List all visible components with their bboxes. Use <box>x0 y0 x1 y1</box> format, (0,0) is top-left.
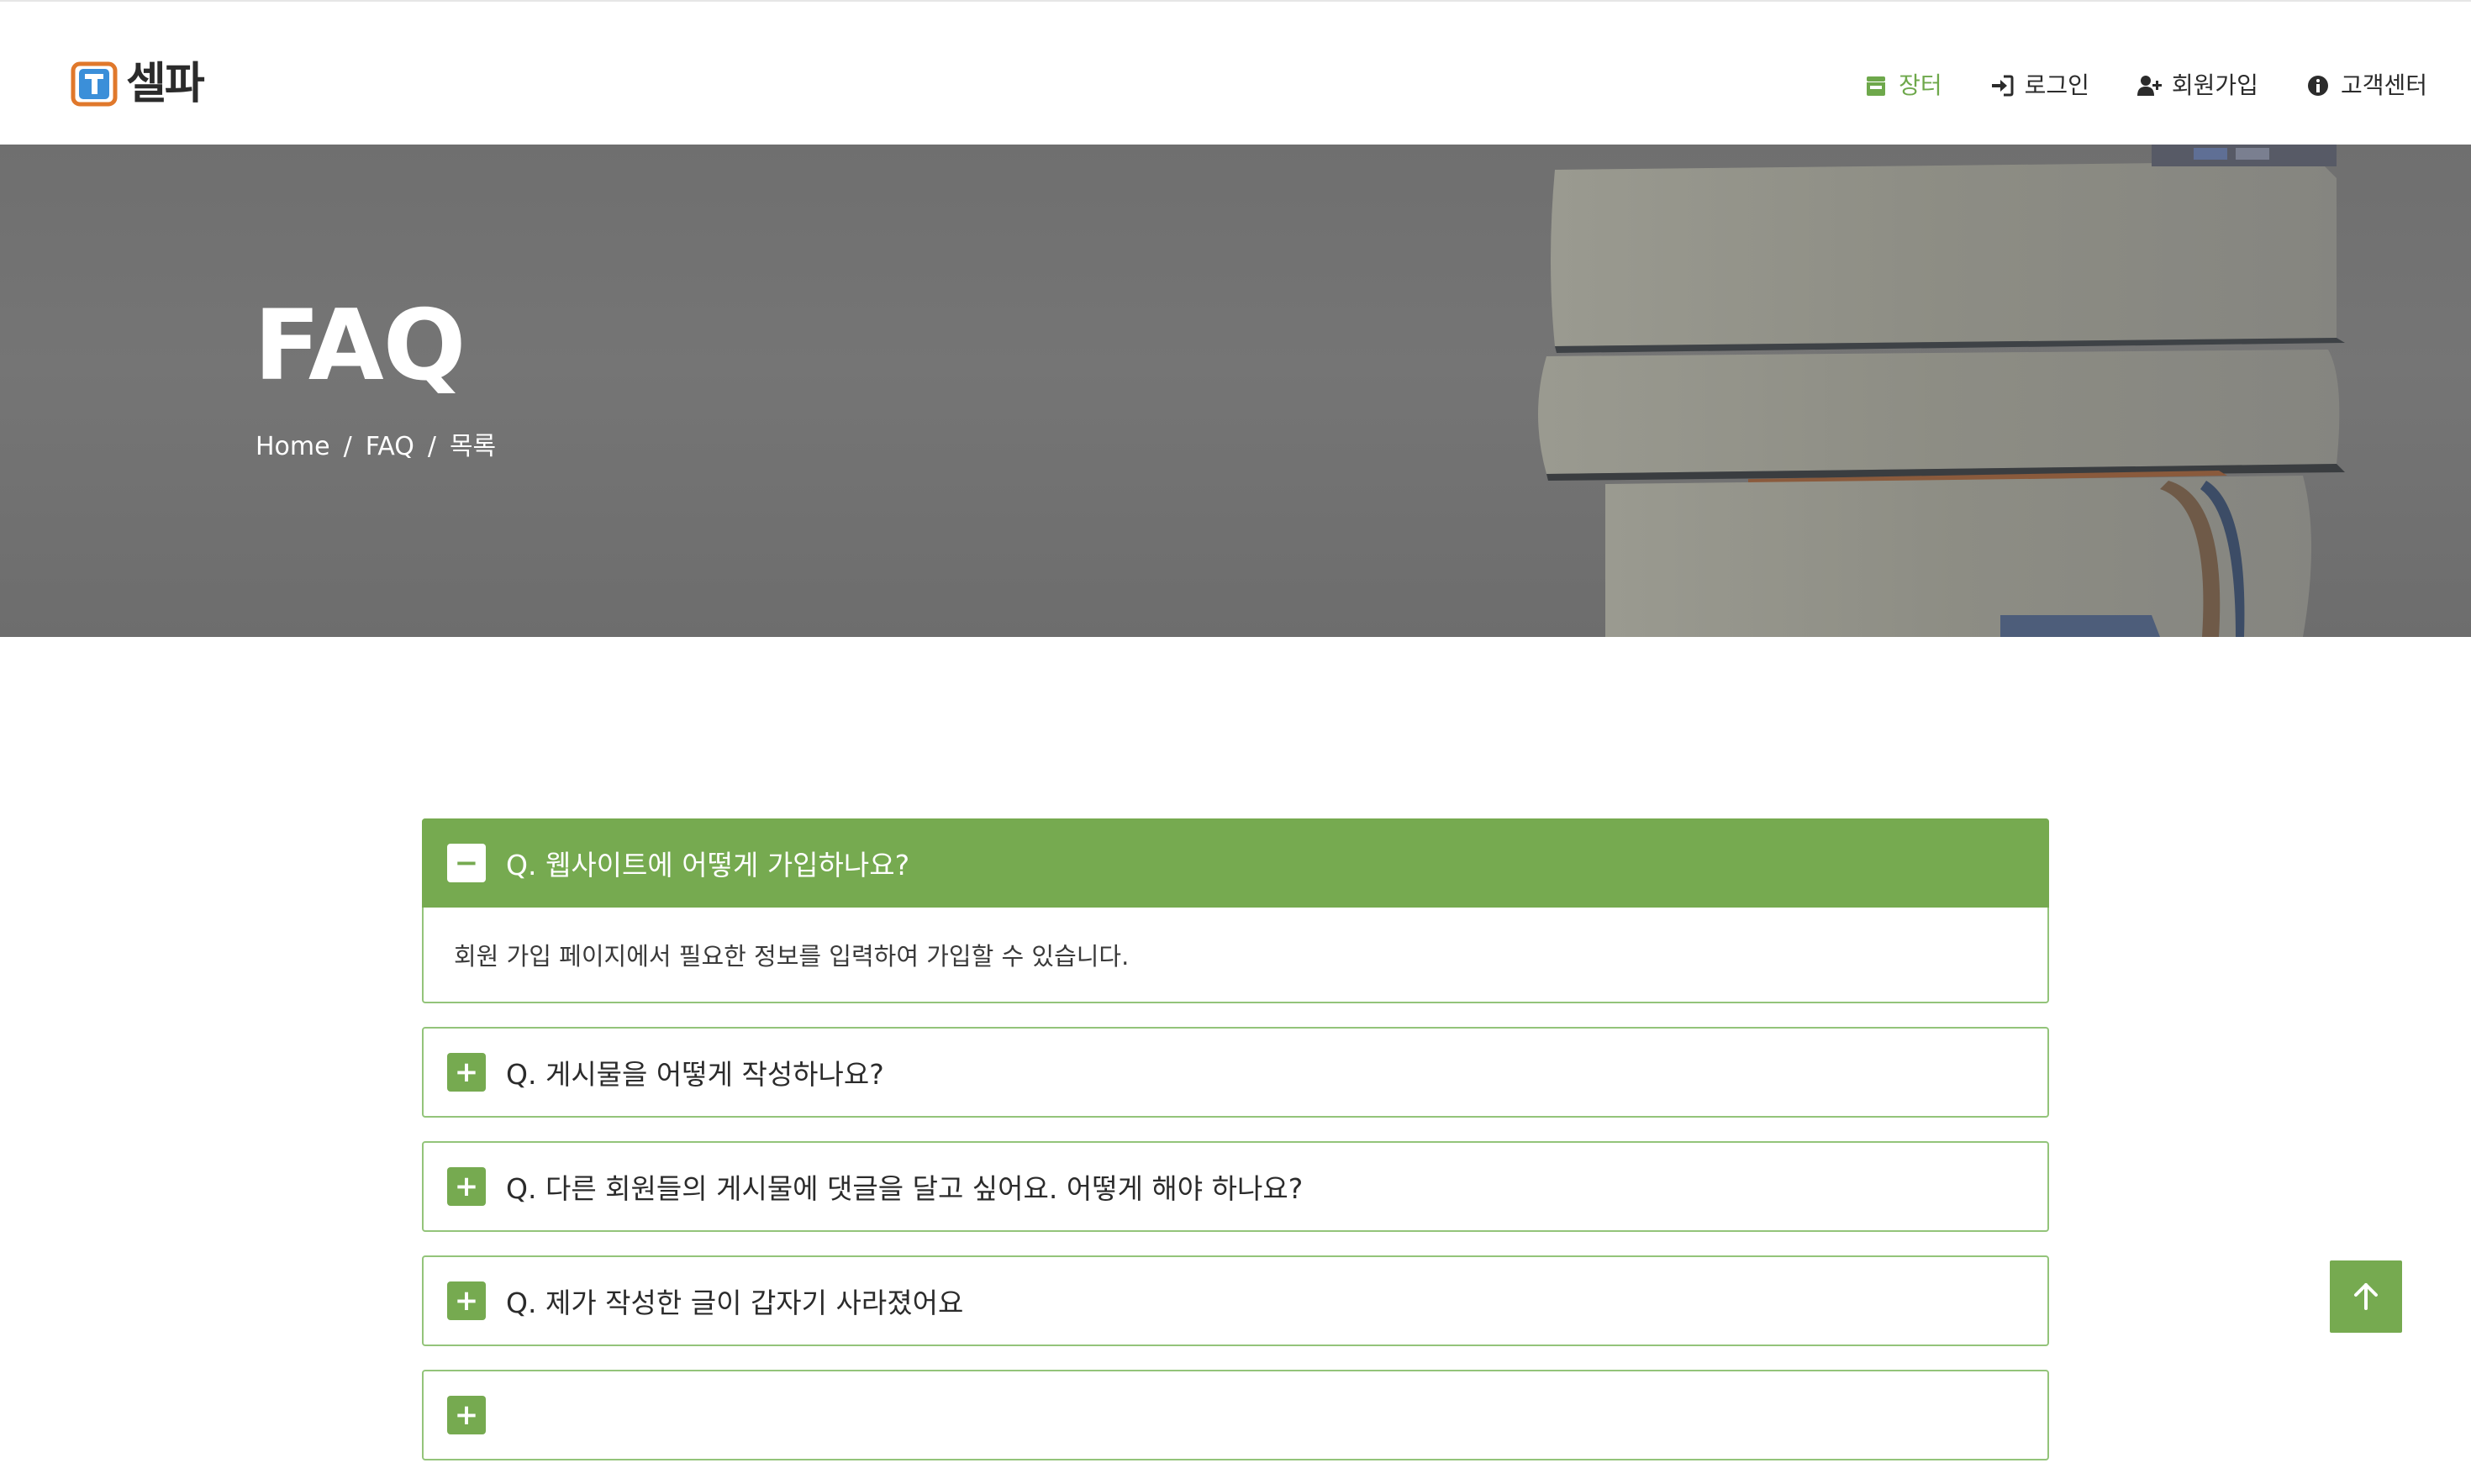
page-hero-banner: FAQ Home / FAQ / 목록 <box>0 145 2471 637</box>
faq-item: + Q. 게시물을 어떻게 작성하나요? <box>422 1027 2049 1118</box>
faq-answer: 회원 가입 페이지에서 필요한 정보를 입력하여 가입할 수 있습니다. <box>454 942 1130 971</box>
store-icon <box>1867 76 1886 96</box>
nav-item-label: 로그인 <box>2024 71 2089 99</box>
expand-icon[interactable]: + <box>447 1167 486 1206</box>
nav-item-signup[interactable]: 회원가입 <box>2136 69 2258 103</box>
expand-icon[interactable]: + <box>447 1053 486 1092</box>
breadcrumb-separator: / <box>427 432 436 461</box>
expand-icon[interactable]: + <box>447 1396 486 1434</box>
faq-question-header[interactable]: + Q. 다른 회원들의 게시물에 댓글을 달고 싶어요. 어떻게 해야 하나요… <box>424 1143 2047 1230</box>
faq-question-text: Q. 제가 작성한 글이 갑자기 사라졌어요 <box>506 1287 964 1319</box>
faq-question-header[interactable]: + Q. 제가 작성한 글이 갑자기 사라졌어요 <box>424 1257 2047 1345</box>
faq-question-text: Q. 웹사이트에 어떻게 가입하나요? <box>506 849 910 881</box>
faq-item: + Q. 제가 작성한 글이 갑자기 사라졌어요 <box>422 1255 2049 1346</box>
faq-item: + <box>422 1370 2049 1460</box>
nav-item-label: 장터 <box>1899 71 1942 99</box>
nav-item-login[interactable]: 로그인 <box>1989 69 2089 103</box>
info-circle-icon <box>2307 76 2328 96</box>
faq-item: − Q. 웹사이트에 어떻게 가입하나요? 회원 가입 페이지에서 필요한 정보… <box>422 818 2049 1003</box>
faq-question-header[interactable]: − Q. 웹사이트에 어떻게 가입하나요? <box>422 818 2049 908</box>
logo-text: 셀파 <box>126 59 205 109</box>
logo-icon <box>71 60 119 108</box>
faq-question-header[interactable]: + Q. 게시물을 어떻게 작성하나요? <box>424 1029 2047 1116</box>
faq-question-text: Q. 게시물을 어떻게 작성하나요? <box>506 1058 884 1091</box>
breadcrumb-current: 목록 <box>449 432 497 461</box>
breadcrumb: Home / FAQ / 목록 <box>256 429 496 466</box>
arrow-up-icon <box>2354 1283 2378 1310</box>
nav-item-support[interactable]: 고객센터 <box>2305 69 2427 103</box>
faq-accordion: − Q. 웹사이트에 어떻게 가입하나요? 회원 가입 페이지에서 필요한 정보… <box>422 818 2049 1484</box>
breadcrumb-faq-link[interactable]: FAQ <box>366 429 414 466</box>
nav-item-label: 회원가입 <box>2171 71 2258 99</box>
main-nav: 장터 로그인 회원가입 고객센터 <box>1816 69 2427 103</box>
breadcrumb-separator: / <box>343 432 352 461</box>
books-background-image <box>1538 145 2345 637</box>
page-title: FAQ <box>254 289 466 403</box>
expand-icon[interactable]: + <box>447 1281 486 1320</box>
faq-item: + Q. 다른 회원들의 게시물에 댓글을 달고 싶어요. 어떻게 해야 하나요… <box>422 1141 2049 1232</box>
user-plus-icon <box>2136 76 2162 96</box>
back-to-top-button[interactable] <box>2330 1260 2402 1333</box>
nav-item-label: 고객센터 <box>2340 71 2427 99</box>
nav-item-market[interactable]: 장터 <box>1863 69 1942 103</box>
site-header: 셀파 장터 로그인 회원가입 고객센터 <box>0 0 2471 145</box>
sign-in-icon <box>1991 75 2014 97</box>
faq-question-text: Q. 다른 회원들의 게시물에 댓글을 달고 싶어요. 어떻게 해야 하나요? <box>506 1172 1304 1205</box>
faq-question-header[interactable]: + <box>424 1371 2047 1459</box>
breadcrumb-home-link[interactable]: Home <box>256 429 330 466</box>
site-logo[interactable]: 셀파 <box>71 59 205 109</box>
collapse-icon[interactable]: − <box>447 844 486 882</box>
